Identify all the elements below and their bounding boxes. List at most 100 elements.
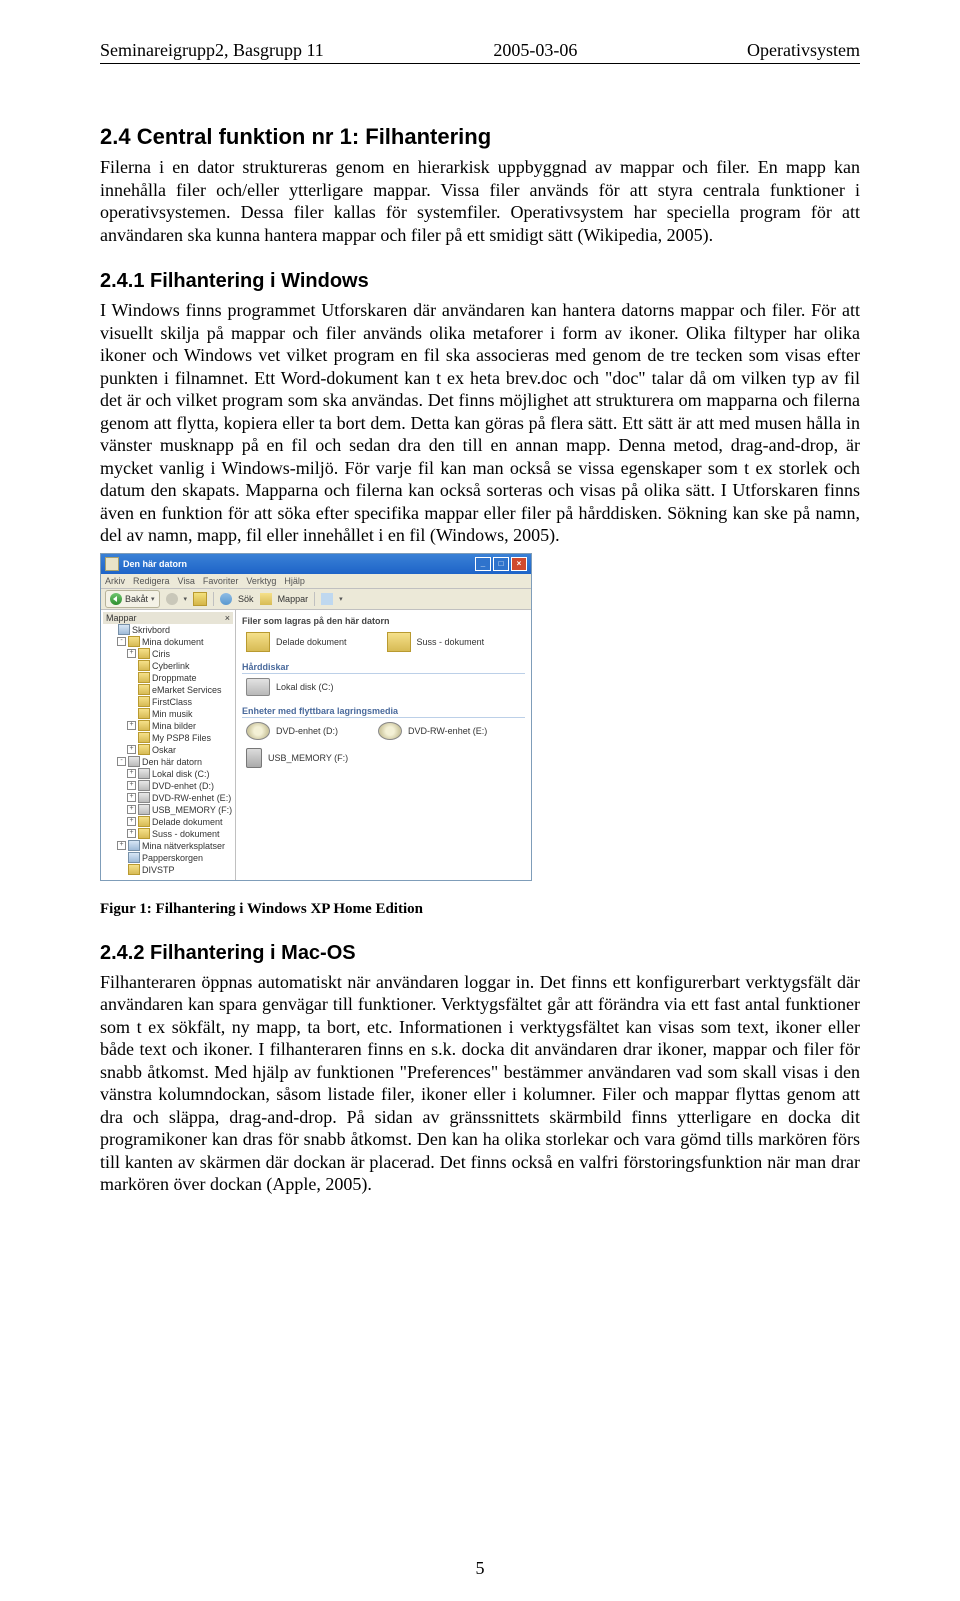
toolbar-separator <box>314 592 315 606</box>
category-disks: Hårddiskar <box>242 662 525 674</box>
tree-node[interactable]: -Mina dokument <box>103 636 233 648</box>
category-removable: Enheter med flyttbara lagringsmedia <box>242 706 525 718</box>
list-item[interactable]: Lokal disk (C:) <box>246 678 334 696</box>
tree-node[interactable]: +Oskar <box>103 744 233 756</box>
menu-item[interactable]: Redigera <box>133 576 170 586</box>
tree-header: Mappar × <box>103 612 233 624</box>
back-label: Bakåt <box>125 594 148 604</box>
item-label: DVD-enhet (D:) <box>276 726 338 736</box>
tree-node-label: eMarket Services <box>152 684 222 696</box>
tree-node[interactable]: +DVD-RW-enhet (E:) <box>103 792 233 804</box>
list-item[interactable]: DVD-enhet (D:) <box>246 722 338 740</box>
expand-collapse-box[interactable]: + <box>127 805 136 814</box>
tree-node[interactable]: My PSP8 Files <box>103 732 233 744</box>
drive-icon <box>138 780 150 791</box>
folders-button[interactable]: Mappar <box>278 594 309 604</box>
tree-node[interactable]: +USB_MEMORY (F:) <box>103 804 233 816</box>
list-item[interactable]: Delade dokument <box>246 632 347 652</box>
folder-icon <box>138 684 150 695</box>
search-icon <box>220 593 232 605</box>
expand-collapse-box[interactable]: + <box>127 745 136 754</box>
content-hint: Filer som lagras på den här datorn <box>242 616 525 626</box>
tree-node[interactable]: +Mina bilder <box>103 720 233 732</box>
tree-node[interactable]: FirstClass <box>103 696 233 708</box>
tree-node-label: Den här datorn <box>142 756 202 768</box>
tree-node[interactable]: +Lokal disk (C:) <box>103 768 233 780</box>
list-item[interactable]: DVD-RW-enhet (E:) <box>378 722 487 740</box>
tree-node-label: Delade dokument <box>152 816 223 828</box>
folder-icon <box>138 660 150 671</box>
optical-drive-icon <box>378 722 402 740</box>
folder-tree-panel: Mappar × Skrivbord-Mina dokument+CirisCy… <box>101 610 236 880</box>
device-icon <box>128 840 140 851</box>
tree-node[interactable]: Skrivbord <box>103 624 233 636</box>
section-2-4-1-title: 2.4.1 Filhantering i Windows <box>100 270 860 293</box>
my-computer-icon <box>105 557 119 571</box>
tree-node[interactable]: - Den här datorn <box>103 756 233 768</box>
tree-node-label: Cyberlink <box>152 660 190 672</box>
expand-collapse-box[interactable]: + <box>127 781 136 790</box>
folder-icon <box>138 720 150 731</box>
search-button[interactable]: Sök <box>238 594 254 604</box>
expand-collapse-box[interactable]: + <box>127 721 136 730</box>
folder-icon <box>138 708 150 719</box>
views-button[interactable] <box>321 593 333 605</box>
minimize-button[interactable]: _ <box>475 557 491 571</box>
section-2-4-2-title: 2.4.2 Filhantering i Mac-OS <box>100 942 860 965</box>
forward-button[interactable] <box>166 593 178 605</box>
maximize-button[interactable]: □ <box>493 557 509 571</box>
menu-item[interactable]: Arkiv <box>105 576 125 586</box>
tree-node[interactable]: + Suss - dokument <box>103 828 233 840</box>
folder-icon <box>138 696 150 707</box>
drive-icon <box>138 804 150 815</box>
tree-node[interactable]: Papperskorgen <box>103 852 233 864</box>
expand-collapse-box[interactable]: + <box>127 817 136 826</box>
up-one-level-button[interactable] <box>193 592 207 606</box>
menu-item[interactable]: Visa <box>178 576 195 586</box>
drive-icon <box>138 768 150 779</box>
header-right: Operativsystem <box>747 40 860 61</box>
tree-node-label: Ciris <box>152 648 170 660</box>
tree-node[interactable]: Min musik <box>103 708 233 720</box>
tree-node[interactable]: + Ciris <box>103 648 233 660</box>
menu-item[interactable]: Verktyg <box>246 576 276 586</box>
expand-collapse-box[interactable]: - <box>117 637 126 646</box>
expand-collapse-box[interactable]: + <box>117 841 126 850</box>
expand-collapse-box[interactable]: + <box>127 793 136 802</box>
close-button[interactable]: × <box>511 557 527 571</box>
section-2-4-body: Filerna i en dator struktureras genom en… <box>100 156 860 246</box>
toolbar-separator <box>213 592 214 606</box>
menu-item[interactable]: Hjälp <box>284 576 305 586</box>
tree-node[interactable]: + Mina nätverksplatser <box>103 840 233 852</box>
usb-drive-icon <box>246 748 262 768</box>
list-item[interactable]: Suss - dokument <box>387 632 485 652</box>
tree-node[interactable]: Cyberlink <box>103 660 233 672</box>
tree-close-button[interactable]: × <box>225 613 230 623</box>
tree-node[interactable]: Droppmate <box>103 672 233 684</box>
item-label: Lokal disk (C:) <box>276 682 334 692</box>
tree-node-label: DIVSTP <box>142 864 175 876</box>
expand-collapse-box[interactable]: + <box>127 769 136 778</box>
tree-node[interactable]: + Delade dokument <box>103 816 233 828</box>
tree-node[interactable]: DIVSTP <box>103 864 233 876</box>
folder-icon <box>138 732 150 743</box>
tree-node-label: Suss - dokument <box>152 828 220 840</box>
back-button[interactable]: Bakåt ▾ <box>105 590 160 608</box>
tree-node[interactable]: +DVD-enhet (D:) <box>103 780 233 792</box>
menu-item[interactable]: Favoriter <box>203 576 239 586</box>
item-label: Suss - dokument <box>417 637 485 647</box>
list-item[interactable]: USB_MEMORY (F:) <box>246 748 348 768</box>
tree-container: Skrivbord-Mina dokument+CirisCyberlinkDr… <box>103 624 233 876</box>
folders-icon <box>260 593 272 605</box>
drive-icon <box>128 756 140 767</box>
expand-collapse-box[interactable]: - <box>117 757 126 766</box>
tree-node[interactable]: eMarket Services <box>103 684 233 696</box>
expand-collapse-box[interactable]: + <box>127 829 136 838</box>
tree-node-label: Mina nätverksplatser <box>142 840 225 852</box>
tree-node-label: FirstClass <box>152 696 192 708</box>
back-arrow-icon <box>110 593 122 605</box>
folder-icon <box>138 672 150 683</box>
device-icon <box>128 852 140 863</box>
section-2-4-1-body: I Windows finns programmet Utforskaren d… <box>100 299 860 547</box>
expand-collapse-box[interactable]: + <box>127 649 136 658</box>
